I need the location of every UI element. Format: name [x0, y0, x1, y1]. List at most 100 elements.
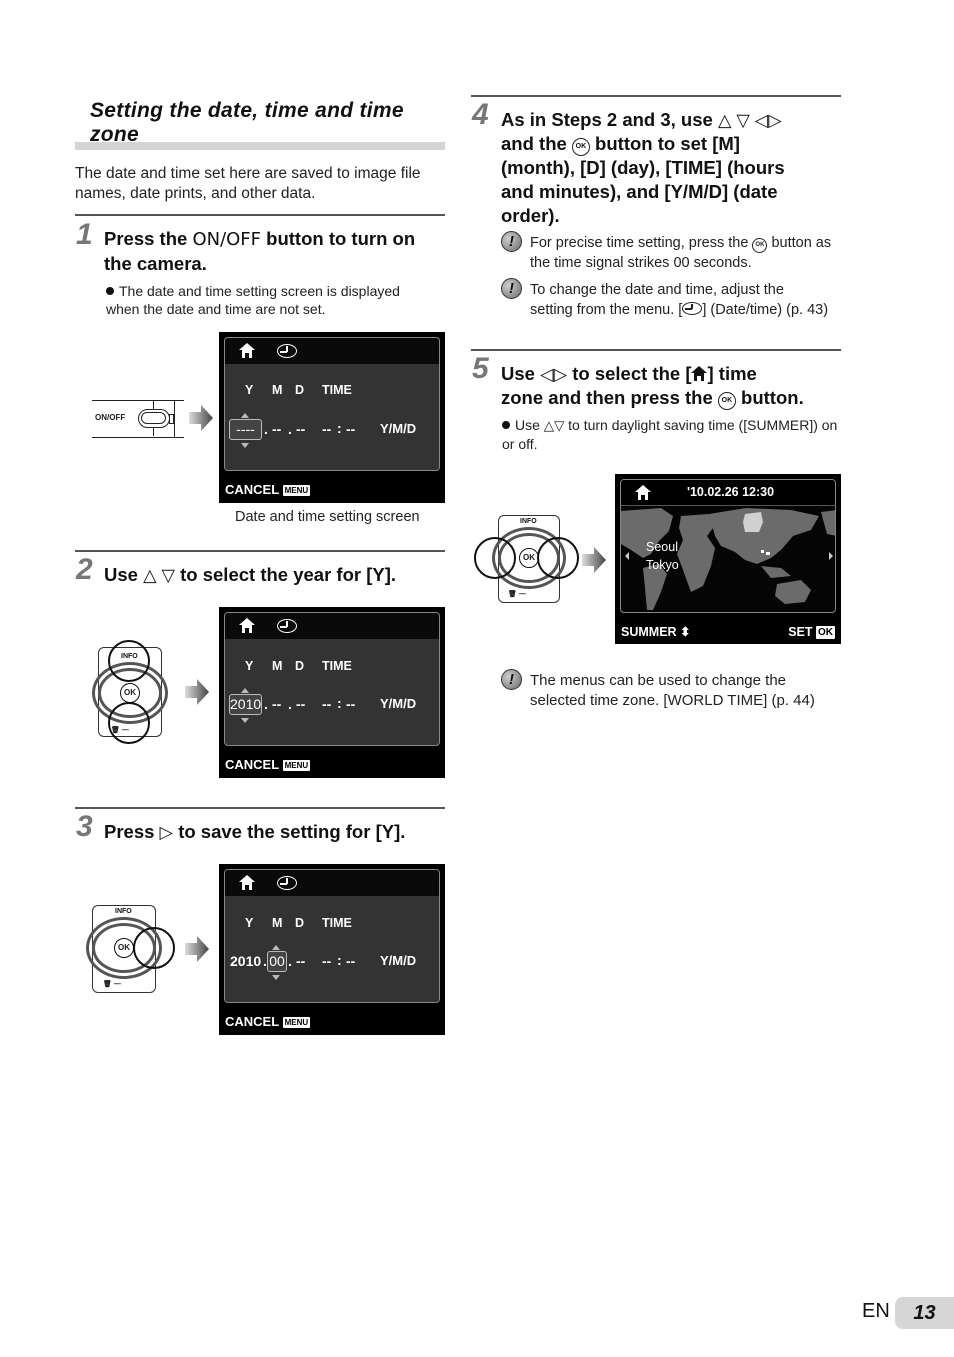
label-time: TIME — [322, 659, 352, 673]
minute-field[interactable]: -- — [346, 421, 355, 437]
cancel-button[interactable]: CANCEL MENU — [225, 482, 311, 497]
cancel-button[interactable]: CANCEL MENU — [225, 757, 311, 772]
cancel-label: CANCEL — [225, 1014, 279, 1029]
year-field[interactable]: 2010 — [229, 694, 262, 715]
step-3-title-post: to save the setting for [Y]. — [173, 821, 406, 842]
step-4-note-1: For precise time setting, press the OK b… — [530, 233, 845, 273]
ok-button-icon: OK — [114, 938, 134, 958]
arrow-right-icon — [189, 405, 213, 431]
onoff-illustration: ON/OFF — [92, 400, 184, 438]
step-3-title: Press ▷ to save the setting for [Y]. — [104, 820, 444, 844]
ok-button-icon: OK — [120, 683, 140, 703]
set-label: SET — [788, 625, 813, 639]
month-field[interactable]: -- — [272, 421, 281, 437]
step-3-number: 3 — [76, 810, 93, 843]
arrow-right-icon — [582, 547, 606, 573]
step-1-bullet-text: The date and time setting screen is disp… — [106, 283, 400, 317]
caution-icon: ! — [501, 669, 522, 690]
trash-icon: 🗑 — — [103, 981, 121, 988]
bullet-dot-icon — [502, 421, 510, 429]
date-order-field[interactable]: Y/M/D — [380, 953, 416, 968]
step-5-line-1-mid: to select the [ — [567, 363, 692, 384]
label-time: TIME — [322, 383, 352, 397]
summer-label: SUMMER — [621, 625, 677, 639]
step-4-note-2: To change the date and time, adjust the … — [530, 280, 830, 320]
ok-badge-icon: OK — [816, 626, 835, 639]
cancel-button[interactable]: CANCEL MENU — [225, 1014, 311, 1029]
minute-field[interactable]: -- — [346, 953, 355, 969]
separator: . — [288, 696, 292, 712]
screen-caption: Date and time setting screen — [235, 509, 420, 525]
date-time-screen-3: Y M D TIME 2010 . 00 . -- -- : -- Y/M/D … — [219, 864, 445, 1035]
label-day: D — [295, 383, 305, 397]
clock-icon — [682, 302, 703, 315]
menu-button-icon: MENU — [282, 1017, 311, 1028]
step-3-divider — [75, 807, 445, 809]
step-5-note: The menus can be used to change the sele… — [530, 672, 815, 709]
step-5-title: Use ◁▷ to select the [] time zone and th… — [501, 362, 846, 410]
step-2-number: 2 — [76, 553, 93, 586]
year-field[interactable]: ---- — [229, 419, 262, 440]
highlight-right-button — [537, 537, 579, 579]
caution-icon: ! — [501, 278, 522, 299]
cancel-label: CANCEL — [225, 482, 279, 497]
hour-field[interactable]: -- — [322, 696, 331, 712]
month-field[interactable]: -- — [272, 696, 281, 712]
step-5-bullet-pre: Use — [515, 417, 544, 433]
separator: . — [264, 696, 268, 712]
home-icon — [239, 875, 255, 890]
set-button[interactable]: SET OK — [788, 625, 835, 639]
label-day: D — [295, 916, 305, 930]
step-5-line-2-post: button. — [735, 387, 804, 408]
step-4-line-2-pre: and the — [501, 133, 572, 154]
up-down-toggle-icon: ⬍ — [680, 625, 691, 639]
up-arrow-icon — [241, 688, 249, 693]
step-2-title: Use △ ▽ to select the year for [Y]. — [104, 563, 444, 587]
month-field[interactable]: 00 — [267, 951, 287, 972]
separator: . — [264, 421, 268, 437]
current-datetime: '10.02.26 12:30 — [687, 485, 775, 499]
language-label: EN — [862, 1300, 890, 1322]
step-1-title: Press the ON/OFF button to turn on the c… — [104, 227, 444, 276]
arrow-right-icon — [185, 936, 209, 962]
info-label: INFO — [520, 518, 537, 525]
step-4-line-3: (month), [D] (day), [TIME] (hours — [501, 157, 785, 178]
ok-button-icon: OK — [752, 237, 768, 253]
step-1-divider — [75, 214, 445, 216]
highlight-down-button — [108, 702, 150, 744]
separator: . — [288, 421, 292, 437]
summer-toggle[interactable]: SUMMER ⬍ — [621, 624, 691, 639]
day-field[interactable]: -- — [296, 421, 305, 437]
day-field[interactable]: -- — [296, 953, 305, 969]
date-order-field[interactable]: Y/M/D — [380, 696, 416, 711]
highlight-left-button — [474, 537, 516, 579]
label-year: Y — [245, 659, 254, 673]
step-4-line-4: and minutes), and [Y/M/D] (date — [501, 181, 778, 202]
label-day: D — [295, 659, 305, 673]
city-label-tokyo: Tokyo — [646, 558, 679, 572]
up-arrow-icon — [241, 413, 249, 418]
ok-button-icon: OK — [717, 392, 736, 410]
step-1-bullet: The date and time setting screen is disp… — [106, 282, 426, 318]
direction-arrows-icon: △ ▽ ◁▷ — [717, 110, 782, 130]
step-5-number: 5 — [472, 352, 489, 385]
minute-field[interactable]: -- — [346, 696, 355, 712]
day-field[interactable]: -- — [296, 696, 305, 712]
date-order-field[interactable]: Y/M/D — [380, 421, 416, 436]
label-year: Y — [245, 916, 254, 930]
step-5-line-2-pre: zone and then press the — [501, 387, 718, 408]
label-year: Y — [245, 383, 254, 397]
step-4-line-2-post: button to set [M] — [589, 133, 740, 154]
step-1-title-pre: Press the — [104, 228, 193, 249]
step-4-divider — [471, 95, 841, 97]
year-field[interactable]: 2010 — [230, 953, 261, 969]
hour-field[interactable]: -- — [322, 953, 331, 969]
menu-button-icon: MENU — [282, 760, 311, 771]
highlight-right-button — [133, 927, 175, 969]
menu-button-icon: MENU — [282, 485, 311, 496]
page-number: 13 — [895, 1297, 954, 1329]
ok-button-icon: OK — [571, 138, 590, 156]
hour-field[interactable]: -- — [322, 421, 331, 437]
section-intro: The date and time set here are saved to … — [75, 165, 421, 202]
cancel-label: CANCEL — [225, 757, 279, 772]
